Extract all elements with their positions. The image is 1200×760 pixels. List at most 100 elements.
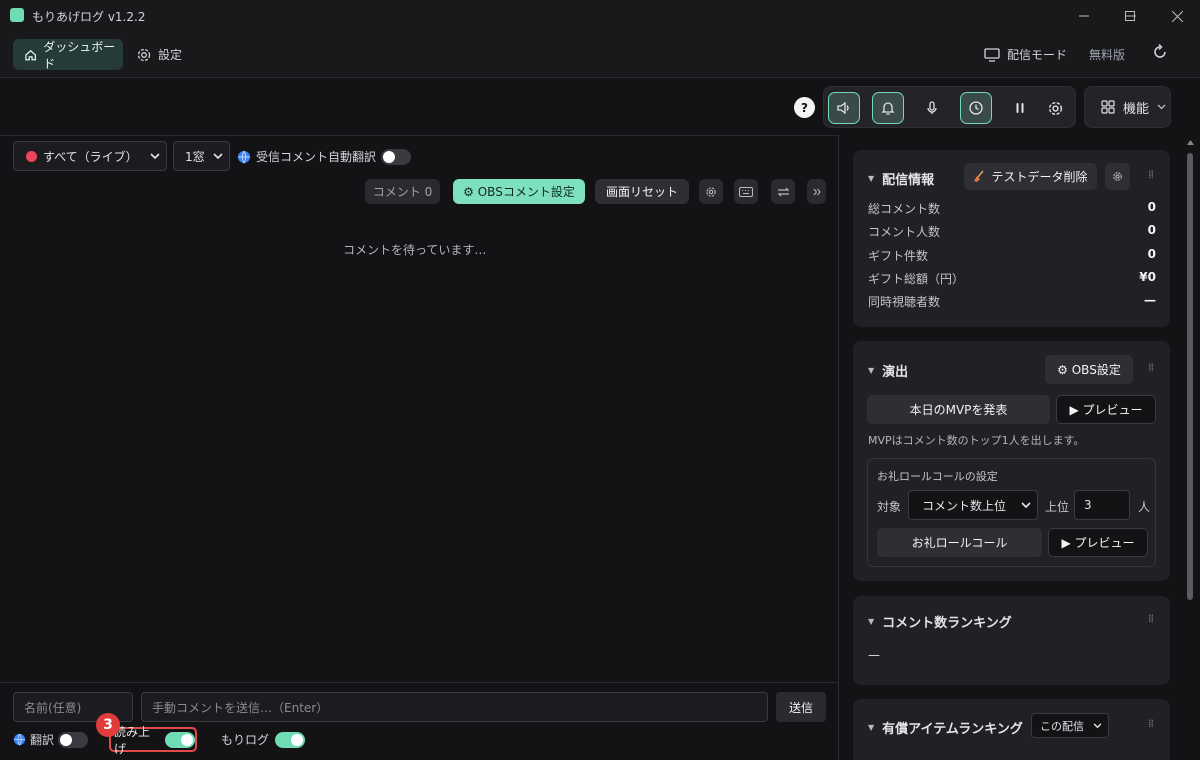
scroll-up-arrow-icon[interactable] bbox=[1187, 140, 1194, 147]
pause-toggle[interactable] bbox=[1004, 92, 1036, 124]
drag-handle-icon[interactable]: ⁞⁞ bbox=[1148, 613, 1156, 624]
speaker-toggle[interactable] bbox=[828, 92, 860, 124]
top-n-label: 上位 bbox=[1045, 500, 1070, 514]
translate-toggle[interactable] bbox=[58, 731, 89, 748]
swap-button[interactable] bbox=[771, 179, 795, 204]
swap-icon bbox=[777, 187, 789, 196]
collapse-triangle-icon: ▼ bbox=[868, 366, 875, 375]
read-aloud-setting: 読み上げ bbox=[109, 725, 197, 756]
clock-icon bbox=[969, 101, 983, 115]
help-button[interactable]: ? bbox=[794, 97, 815, 118]
right-panel-scrollbar[interactable] bbox=[1187, 153, 1193, 600]
morilog-label: もりログ bbox=[221, 733, 270, 747]
window-count-select[interactable]: 1窓 bbox=[173, 141, 230, 171]
live-dot-icon bbox=[26, 150, 37, 162]
toggle-knob bbox=[181, 733, 193, 746]
toggle-knob bbox=[60, 733, 73, 746]
obs-comment-settings-button[interactable]: ⚙ OBSコメント設定 bbox=[453, 179, 585, 204]
read-aloud-toggle[interactable] bbox=[165, 731, 195, 748]
chevron-down-icon bbox=[1021, 501, 1031, 508]
gear-icon bbox=[1048, 101, 1062, 115]
drag-handle-icon[interactable]: ⁞⁞ bbox=[1148, 169, 1156, 180]
stat-value: 0 bbox=[1147, 247, 1156, 261]
maximize-button[interactable] bbox=[1107, 0, 1153, 32]
mvp-note: MVPはコメント数のトップ1人を出します。 bbox=[868, 434, 1085, 447]
drag-handle-icon[interactable]: ⁞⁞ bbox=[1148, 718, 1156, 729]
broadcast-info-settings-button[interactable] bbox=[1105, 163, 1130, 190]
announce-mvp-button[interactable]: 本日のMVPを発表 bbox=[867, 395, 1050, 424]
comment-count-badge: コメント 0 bbox=[365, 179, 440, 204]
top-n-input[interactable]: 3 bbox=[1074, 490, 1130, 520]
morilog-toggle[interactable] bbox=[275, 731, 306, 748]
features-label: 機能 bbox=[1123, 101, 1150, 117]
app-logo-icon bbox=[10, 8, 24, 22]
nav-dashboard-tab[interactable]: ダッシュボード bbox=[13, 39, 123, 71]
clear-test-data-button[interactable]: テストデータ削除 bbox=[964, 163, 1097, 190]
rollcall-button[interactable]: お礼ロールコール bbox=[877, 528, 1042, 557]
stat-label: コメント人数 bbox=[868, 225, 941, 239]
collapse-triangle-icon: ▼ bbox=[868, 617, 875, 626]
expand-button[interactable] bbox=[807, 179, 826, 204]
bell-toggle[interactable] bbox=[872, 92, 904, 124]
bell-icon bbox=[881, 102, 895, 115]
stat-label: ギフト総額（円） bbox=[868, 272, 965, 286]
title-bar bbox=[0, 0, 1200, 32]
rollcall-preview-button[interactable]: ▶ プレビュー bbox=[1048, 528, 1148, 557]
clock-toggle[interactable] bbox=[960, 92, 992, 124]
stat-label: 総コメント数 bbox=[868, 202, 941, 216]
broadcast-mode-label: 配信モード bbox=[1007, 48, 1068, 62]
comment-ranking-header[interactable]: ▼ コメント数ランキング bbox=[868, 612, 1012, 631]
clear-test-data-label: テストデータ削除 bbox=[991, 170, 1088, 184]
microphone-icon bbox=[927, 101, 937, 114]
stat-value: ¥0 bbox=[1139, 270, 1156, 284]
speaker-icon bbox=[837, 101, 849, 115]
drag-handle-icon[interactable]: ⁞⁞ bbox=[1148, 362, 1156, 373]
keyboard-icon bbox=[739, 186, 753, 197]
minimize-button-2[interactable] bbox=[1061, 0, 1107, 32]
toolbar-settings-button[interactable] bbox=[1039, 92, 1071, 124]
effects-title: 演出 bbox=[882, 365, 909, 380]
globe-icon bbox=[238, 150, 250, 164]
broadcast-info-header[interactable]: ▼ 配信情報 bbox=[868, 169, 934, 188]
screen-reset-button[interactable]: 画面リセット bbox=[595, 179, 689, 204]
comment-ranking-card: ▼ コメント数ランキング ⁞⁞ — bbox=[853, 596, 1170, 685]
feature-toolbar bbox=[823, 86, 1076, 128]
globe-icon bbox=[13, 733, 26, 746]
chevron-down-icon bbox=[213, 152, 223, 159]
paid-ranking-scope-select[interactable]: この配信 bbox=[1031, 713, 1109, 738]
rollcall-target-select[interactable]: コメント数上位 bbox=[908, 490, 1038, 520]
pause-icon bbox=[1016, 103, 1024, 113]
rollcall-settings-title: お礼ロールコールの設定 bbox=[877, 470, 998, 483]
obs-settings-button[interactable]: ⚙ OBS設定 bbox=[1045, 355, 1133, 384]
refresh-button[interactable] bbox=[1151, 43, 1169, 61]
mic-toggle[interactable] bbox=[916, 92, 948, 124]
stat-value: — bbox=[1144, 293, 1156, 307]
mvp-preview-button[interactable]: ▶ プレビュー bbox=[1056, 395, 1156, 424]
window-count-value: 1窓 bbox=[185, 149, 205, 164]
toggle-knob bbox=[383, 150, 396, 163]
keyboard-button[interactable] bbox=[734, 179, 758, 204]
gear-icon bbox=[1113, 172, 1122, 181]
close-window-button[interactable] bbox=[1154, 0, 1200, 32]
paid-ranking-title: 有償アイテムランキング bbox=[882, 722, 1023, 737]
manual-comment-input[interactable]: 手動コメントを送信…（Enter） bbox=[141, 692, 768, 722]
send-button[interactable]: 送信 bbox=[776, 692, 826, 722]
broadcast-mode-button[interactable]: 配信モード bbox=[984, 39, 1067, 70]
source-select[interactable]: すべて（ライブ） bbox=[13, 141, 167, 171]
paid-item-ranking-card: ▼ 有償アイテムランキング この配信 ⁞⁞ bbox=[853, 699, 1170, 760]
auto-translate-toggle[interactable] bbox=[381, 148, 412, 165]
features-menu-button[interactable]: 機能 bbox=[1084, 86, 1171, 128]
effects-card: ▼ 演出 ⚙ OBS設定 ⁞⁞ 本日のMVPを発表 ▶ プレビュー MVPはコメ… bbox=[853, 341, 1170, 581]
monitor-icon bbox=[984, 47, 1000, 62]
auto-translate-label: 受信コメント自動翻訳 bbox=[256, 150, 377, 164]
window-title: もりあげログ v1.2.2 bbox=[32, 10, 146, 24]
paid-ranking-header[interactable]: ▼ 有償アイテムランキング bbox=[868, 718, 1023, 737]
nav-settings-tab[interactable]: 設定 bbox=[136, 39, 182, 70]
effects-header[interactable]: ▼ 演出 bbox=[868, 361, 908, 380]
rollcall-settings-box: お礼ロールコールの設定 対象 コメント数上位 上位 3 人 お礼ロールコール ▶… bbox=[867, 458, 1156, 567]
collapse-triangle-icon: ▼ bbox=[868, 174, 875, 183]
read-aloud-label: 読み上げ bbox=[114, 724, 151, 756]
comment-settings-button[interactable] bbox=[699, 179, 723, 204]
waiting-message: コメントを待っています… bbox=[343, 243, 487, 257]
refresh-icon bbox=[1154, 43, 1166, 58]
